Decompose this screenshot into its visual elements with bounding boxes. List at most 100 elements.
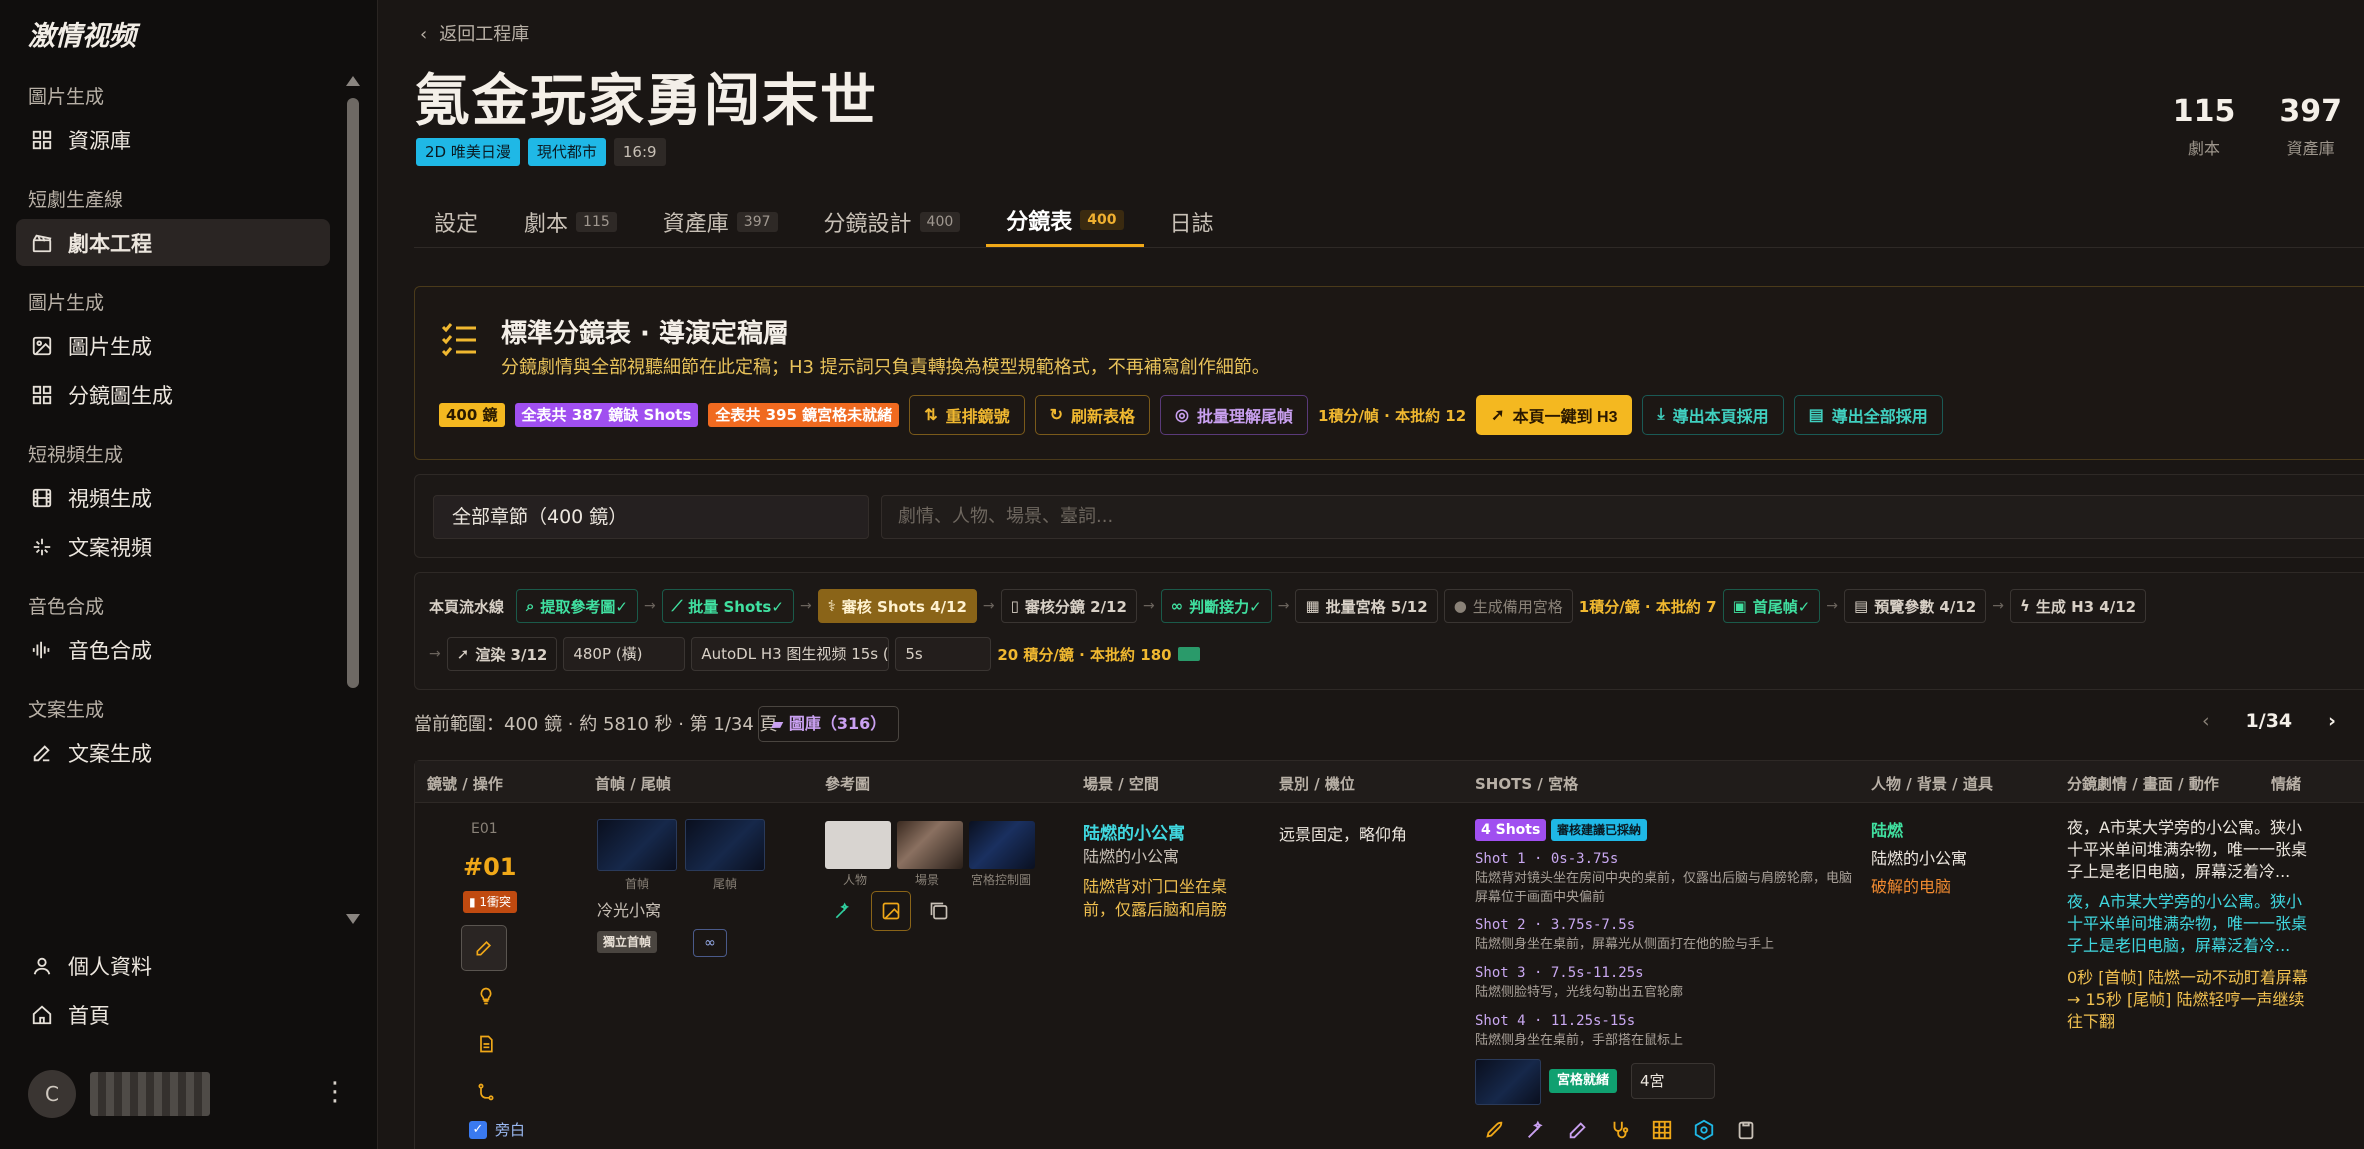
sidebar-item-script-project[interactable]: 劇本工程 — [16, 219, 330, 266]
scroll-up-arrow-icon[interactable] — [346, 76, 360, 86]
step-render[interactable]: ➚ 渲染 3/12 — [446, 637, 558, 671]
sidebar-item-copywriting[interactable]: 文案生成 — [16, 729, 330, 776]
sidebar-item-image-generation[interactable]: 圖片生成 — [16, 322, 330, 369]
clipboard-icon[interactable] — [1735, 1119, 1757, 1141]
grid-icon[interactable] — [1651, 1119, 1673, 1141]
user-row[interactable]: C ⋮ — [28, 1068, 348, 1120]
step-extract-reference[interactable]: ⌕ 提取參考圖✓ — [516, 589, 638, 623]
dot-icon: ● — [1453, 597, 1467, 615]
image-edit-button[interactable] — [871, 891, 911, 931]
scroll-down-arrow-icon[interactable] — [346, 914, 360, 924]
more-options-icon[interactable]: ⋮ — [322, 1079, 348, 1105]
stethoscope-icon[interactable] — [1609, 1119, 1631, 1141]
idea-button[interactable] — [471, 981, 501, 1011]
branch-button[interactable] — [471, 1077, 501, 1107]
batch-tail-frame-button[interactable]: ◎ 批量理解尾幀 — [1160, 395, 1309, 435]
branch-icon — [478, 1083, 494, 1101]
step-first-last-frame[interactable]: ▣ 首尾幀✓ — [1722, 589, 1821, 623]
col-header: 景別 / 機位 — [1279, 775, 1355, 793]
main-content: ‹ 返回工程庫 氪金玩家勇闯末世 2D 唯美日漫 現代都市 16:9 115 劇本 … — [378, 0, 2364, 1149]
scene-subtitle: 陆燃的小公寓 — [1083, 847, 1180, 866]
sidebar-scrollbar[interactable] — [343, 68, 363, 930]
col-header: 分鏡劇情 / 畫面 / 動作 — [2067, 775, 2219, 793]
rocket-icon: ➚ — [1491, 407, 1505, 424]
magic-wand-icon[interactable] — [1525, 1119, 1547, 1141]
back-link[interactable]: ‹ 返回工程庫 — [420, 20, 529, 46]
renumber-button[interactable]: ⇅ 重排鏡號 — [909, 395, 1025, 435]
last-frame-thumbnail[interactable] — [685, 819, 765, 871]
reference-grid-image[interactable] — [969, 821, 1035, 869]
chapter-select[interactable]: 全部章節（400 鏡） — [433, 495, 869, 539]
shot-heading: Shot 2 · 3.75s-7.5s — [1475, 917, 1636, 933]
refresh-table-button[interactable]: ↻ 刷新表格 — [1034, 395, 1151, 435]
settings-icon[interactable] — [1693, 1119, 1715, 1141]
sidebar-item-home[interactable]: 首頁 — [16, 991, 330, 1038]
pencil-icon[interactable] — [1567, 1119, 1589, 1141]
step-label: 渲染 3/12 — [475, 645, 548, 664]
character-name[interactable]: 陆燃 — [1871, 817, 1967, 845]
grid-thumbnail[interactable] — [1475, 1059, 1541, 1105]
download-icon: ⤓ — [1657, 406, 1665, 423]
step-batch-shots[interactable]: ⟋ 批量 Shots✓ — [661, 589, 794, 623]
nav-group-label: 文案生成 — [28, 699, 105, 721]
stat-number: 115 — [2172, 94, 2236, 129]
prev-page-icon[interactable]: ‹ — [2202, 710, 2210, 732]
resolution-select[interactable]: 480P (橫) — [563, 637, 686, 671]
gallery-select-button[interactable] — [919, 891, 959, 931]
pen-icon — [30, 741, 54, 765]
search-input[interactable]: 劇情、人物、場景、臺詞... — [881, 495, 2364, 539]
step-label: 預覽參數 4/12 — [1874, 597, 1977, 616]
link-icon[interactable]: ∞ — [693, 929, 727, 957]
tab-storyboard-table[interactable]: 分鏡表 400 — [986, 196, 1144, 248]
step-review-storyboard[interactable]: ▯ 審核分鏡 2/12 — [1000, 589, 1137, 623]
prop-name: 破解的电脑 — [1871, 877, 1952, 896]
export-all-button[interactable]: ▤ 導出全部採用 — [1793, 395, 1943, 435]
first-frame-thumbnail[interactable] — [597, 819, 677, 871]
tab-log[interactable]: 日誌 — [1150, 196, 1234, 248]
edit-button[interactable] — [461, 925, 507, 971]
step-batch-grid[interactable]: ▦ 批量宮格 5/12 — [1295, 589, 1438, 623]
rocket-icon: ➚ — [456, 645, 470, 663]
wand-icon: ⟋ — [671, 597, 683, 615]
scene-title[interactable]: 陆燃的小公寓 — [1083, 819, 1185, 844]
step-backup-grid[interactable]: ● 生成備用宮格 — [1443, 589, 1573, 623]
grid-not-ready-badge: 全表共 395 鏡宮格未就緒 — [708, 403, 900, 427]
sidebar-item-resource-library[interactable]: 資源庫 — [16, 116, 330, 163]
next-page-icon[interactable]: › — [2328, 710, 2336, 732]
sidebar-item-voice-synthesis[interactable]: 音色合成 — [16, 626, 330, 673]
step-review-shots[interactable]: ⚕ 審核 Shots 4/12 — [817, 589, 977, 623]
table-header: 鏡號 / 操作 首幀 / 尾幀 參考圖 場景 / 空間 景別 / 機位 SHOT… — [415, 761, 2364, 803]
step-judge-relay[interactable]: ∞ 判斷接力✓ — [1160, 589, 1272, 623]
sidebar-item-profile[interactable]: 個人資料 — [16, 942, 330, 989]
avatar[interactable]: C — [28, 1070, 76, 1118]
document-button[interactable] — [471, 1029, 501, 1059]
tab-settings[interactable]: 設定 — [414, 196, 498, 248]
reference-scene-image[interactable] — [897, 821, 963, 869]
arrow-icon: → — [644, 598, 656, 614]
shot-description: 陆燃背对镜头坐在房间中央的桌前，仅露出后脑与肩膀轮廓，电脑屏幕位于画面中央偏前 — [1475, 871, 1853, 905]
export-page-button[interactable]: ⤓ 導出本頁採用 — [1642, 395, 1784, 435]
reference-person-image[interactable] — [825, 821, 891, 869]
sidebar-item-copy-video[interactable]: 文案視頻 — [16, 523, 330, 570]
sidebar-item-video-generation[interactable]: 視頻生成 — [16, 474, 330, 521]
background-name: 陆燃的小公寓 — [1871, 849, 1968, 868]
page-indicator: 1/34 — [2245, 710, 2293, 732]
narration-checkbox[interactable]: ✓ 旁白 — [469, 1119, 525, 1140]
step-generate-h3[interactable]: ϟ 生成 H3 4/12 — [2009, 589, 2147, 623]
tab-storyboard-design[interactable]: 分鏡設計 400 — [804, 196, 981, 248]
tab-label: 資產庫 — [662, 212, 729, 237]
tab-script[interactable]: 劇本 115 — [504, 196, 637, 248]
step-preview-params[interactable]: ▤ 預覽參數 4/12 — [1844, 589, 1987, 623]
model-select[interactable]: AutoDL H3 图生视频 15s (4 — [691, 637, 890, 671]
push-to-h3-button[interactable]: ➚ 本頁一鍵到 H3 — [1476, 395, 1633, 435]
brand-logo[interactable]: 激情视频 — [28, 14, 136, 53]
scroll-thumb[interactable] — [347, 98, 359, 688]
tab-assets[interactable]: 資產庫 397 — [643, 196, 798, 248]
gallery-button[interactable]: ▰ 圖庫（316） — [758, 706, 900, 742]
magic-wand-button[interactable] — [823, 891, 863, 931]
duration-input[interactable]: 5s — [895, 637, 992, 671]
rocket-icon[interactable] — [1483, 1119, 1505, 1141]
grid-count-input[interactable]: 4宮 — [1631, 1063, 1715, 1099]
shot-description: 陆燃侧脸特写，光线勾勒出五官轮廓 — [1475, 985, 1684, 1000]
sidebar-item-storyboard-image[interactable]: 分鏡圖生成 — [16, 371, 330, 418]
